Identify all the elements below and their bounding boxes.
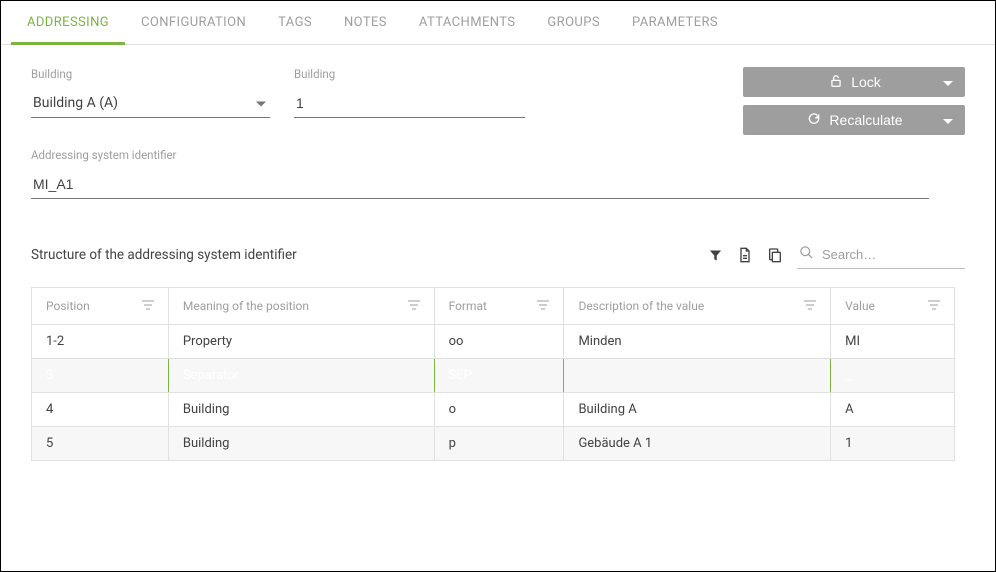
tab-bar: ADDRESSING CONFIGURATION TAGS NOTES ATTA…: [1, 1, 995, 45]
tab-label: ATTACHMENTS: [419, 15, 516, 30]
tab-attachments[interactable]: ATTACHMENTS: [403, 1, 532, 44]
cell-meaning: Property: [169, 325, 435, 358]
cell-value: 1: [831, 427, 954, 460]
building-select-value: Building A (A): [31, 89, 270, 118]
column-filter-icon[interactable]: [928, 299, 940, 313]
tab-label: ADDRESSING: [27, 15, 109, 30]
field-label: Addressing system identifier: [31, 148, 965, 162]
field-label: Building: [31, 67, 270, 81]
tab-label: CONFIGURATION: [141, 15, 246, 30]
structure-header: Structure of the addressing system ident…: [31, 241, 965, 269]
cell-desc: Gebäude A 1: [564, 427, 831, 460]
structure-title: Structure of the addressing system ident…: [31, 247, 297, 263]
cell-meaning: Separator: [169, 359, 435, 392]
main-panel: ADDRESSING CONFIGURATION TAGS NOTES ATTA…: [0, 0, 996, 572]
column-header-value[interactable]: Value: [831, 288, 954, 324]
tab-parameters[interactable]: PARAMETERS: [616, 1, 734, 44]
cell-format: p: [435, 427, 565, 460]
building-select[interactable]: Building A (A): [31, 89, 270, 118]
building-num-input[interactable]: [294, 89, 525, 118]
column-filter-icon[interactable]: [804, 299, 816, 313]
chevron-down-icon: [943, 112, 953, 128]
table-row[interactable]: 5 Building p Gebäude A 1 1: [32, 427, 954, 460]
cell-desc: Building A: [564, 393, 831, 426]
grid-header-row: Position Meaning of the position Format …: [32, 288, 954, 325]
copy-icon[interactable]: [767, 247, 783, 263]
column-header-description[interactable]: Description of the value: [564, 288, 831, 324]
export-icon[interactable]: [737, 247, 753, 263]
addressing-id-field: Addressing system identifier: [31, 148, 965, 199]
column-filter-icon[interactable]: [408, 299, 420, 313]
tab-label: NOTES: [344, 15, 387, 30]
structure-tools: [708, 241, 965, 269]
cell-format: SEP: [435, 359, 565, 392]
cell-position: 4: [32, 393, 169, 426]
cell-format: oo: [435, 325, 565, 358]
tab-label: TAGS: [278, 15, 312, 30]
cell-position: 5: [32, 427, 169, 460]
cell-value: A: [831, 393, 954, 426]
table-row[interactable]: 1-2 Property oo Minden MI: [32, 325, 954, 359]
recalculate-button[interactable]: Recalculate: [743, 105, 965, 135]
column-header-format[interactable]: Format: [435, 288, 565, 324]
actions-column: Lock Recalculate: [743, 67, 965, 135]
field-label: Building: [294, 67, 525, 81]
button-label: Recalculate: [829, 112, 902, 128]
tab-notes[interactable]: NOTES: [328, 1, 403, 44]
search-input[interactable]: [822, 247, 963, 262]
table-row[interactable]: 4 Building o Building A A: [32, 393, 954, 427]
tab-label: PARAMETERS: [632, 15, 718, 30]
column-filter-icon[interactable]: [537, 299, 549, 313]
building-num-field: Building: [294, 67, 525, 118]
tab-configuration[interactable]: CONFIGURATION: [125, 1, 262, 44]
lock-icon: [829, 74, 843, 91]
form-area: Building Building A (A) Building Lock: [1, 45, 995, 461]
column-filter-icon[interactable]: [142, 299, 154, 313]
chevron-down-icon: [943, 74, 953, 90]
search-icon: [799, 245, 814, 264]
cell-position: 3: [32, 359, 169, 392]
column-header-position[interactable]: Position: [32, 288, 169, 324]
structure-section: Structure of the addressing system ident…: [31, 241, 965, 461]
button-label: Lock: [851, 74, 881, 90]
structure-grid: Position Meaning of the position Format …: [31, 287, 955, 461]
column-label: Position: [46, 299, 142, 313]
column-label: Value: [845, 299, 928, 313]
tab-groups[interactable]: GROUPS: [531, 1, 616, 44]
cell-value: MI: [831, 325, 954, 358]
column-label: Format: [449, 299, 538, 313]
building-select-field: Building Building A (A): [31, 67, 270, 118]
cell-format: o: [435, 393, 565, 426]
cell-meaning: Building: [169, 393, 435, 426]
cell-position: 1-2: [32, 325, 169, 358]
tab-label: GROUPS: [547, 15, 600, 30]
column-header-meaning[interactable]: Meaning of the position: [169, 288, 435, 324]
cell-meaning: Building: [169, 427, 435, 460]
addressing-id-input[interactable]: [31, 170, 929, 199]
column-label: Meaning of the position: [183, 299, 408, 313]
cell-value: _: [831, 359, 954, 392]
tab-addressing[interactable]: ADDRESSING: [11, 1, 125, 44]
cell-desc: [564, 359, 831, 392]
lock-button[interactable]: Lock: [743, 67, 965, 97]
tab-tags[interactable]: TAGS: [262, 1, 328, 44]
column-label: Description of the value: [578, 299, 804, 313]
refresh-icon: [807, 112, 821, 129]
cell-desc: Minden: [564, 325, 831, 358]
search-field[interactable]: [797, 241, 965, 269]
filter-icon[interactable]: [708, 248, 723, 263]
table-row[interactable]: 3 Separator SEP _: [32, 359, 954, 393]
